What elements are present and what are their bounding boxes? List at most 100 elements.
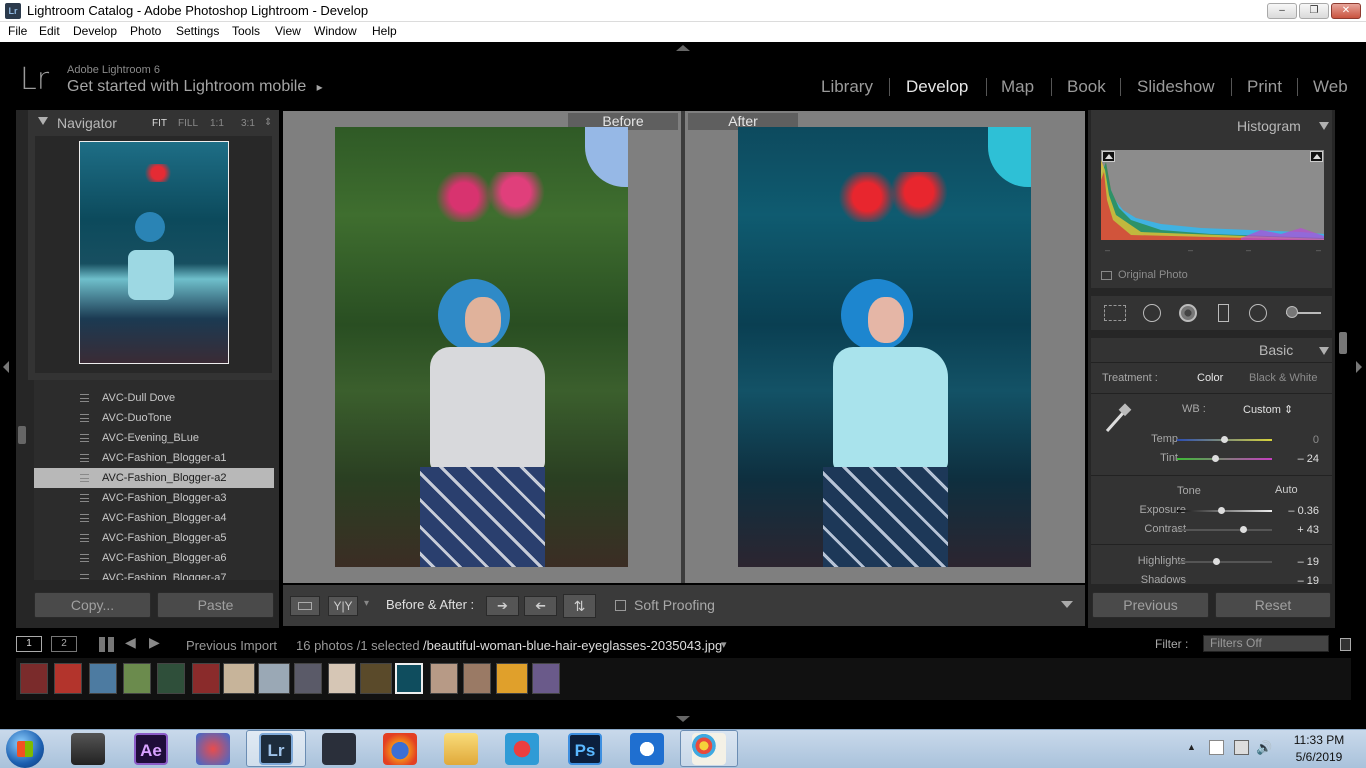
preset-item[interactable]: AVC-Fashion_Blogger-a6	[34, 548, 274, 568]
collapse-right-panel-icon[interactable]	[1356, 361, 1362, 373]
preset-item[interactable]: AVC-Fashion_Blogger-a5	[34, 528, 274, 548]
start-button[interactable]	[6, 730, 44, 768]
spot-removal-icon[interactable]	[1143, 304, 1161, 322]
filmstrip-thumbnail[interactable]	[258, 663, 290, 694]
left-scrollbar-thumb[interactable]	[18, 426, 26, 444]
menu-settings[interactable]: Settings	[176, 24, 219, 38]
collapse-triangle-icon[interactable]	[1319, 122, 1329, 130]
slider-knob[interactable]	[1221, 436, 1228, 443]
filename-caret-icon[interactable]: ▾	[721, 638, 727, 651]
lightroom-icon[interactable]: Lr	[259, 733, 293, 765]
preset-item[interactable]: AVC-Dull Dove	[34, 388, 274, 408]
preset-item[interactable]: AVC-Fashion_Blogger-a2	[34, 468, 274, 488]
tint-value[interactable]: – 24	[1283, 453, 1319, 465]
menu-edit[interactable]: Edit	[39, 24, 60, 38]
filmstrip-thumbnail[interactable]	[395, 663, 423, 694]
slider-knob[interactable]	[1218, 507, 1226, 514]
loupe-view-button[interactable]	[290, 596, 320, 616]
filmstrip-thumbnail[interactable]	[223, 663, 255, 694]
module-slideshow[interactable]: Slideshow	[1137, 77, 1215, 97]
filename-label[interactable]: /beautiful-woman-blue-hair-eyeglasses-20…	[423, 638, 722, 653]
menu-develop[interactable]: Develop	[73, 24, 117, 38]
radial-filter-icon[interactable]	[1249, 304, 1267, 322]
previous-button[interactable]: Previous	[1092, 592, 1209, 618]
filmstrip-thumbnail[interactable]	[360, 663, 392, 694]
close-button[interactable]: ✕	[1331, 3, 1361, 19]
auto-tone-button[interactable]: Auto	[1275, 484, 1298, 496]
preset-item[interactable]: AVC-Fashion_Blogger-a7	[34, 568, 274, 580]
filmstrip-thumbnail[interactable]	[20, 663, 48, 694]
shadow-clipping-toggle[interactable]	[1102, 151, 1115, 162]
filmora-icon[interactable]	[322, 733, 356, 765]
volume-icon[interactable]: 🔊	[1256, 740, 1272, 756]
menu-window[interactable]: Window	[314, 24, 357, 38]
filmstrip-thumbnail[interactable]	[294, 663, 322, 694]
app-diamond-icon[interactable]	[196, 733, 230, 765]
paint-icon[interactable]	[692, 733, 726, 765]
tint-slider[interactable]	[1177, 455, 1272, 462]
photoshop-icon[interactable]: Ps	[568, 733, 602, 765]
after-effects-icon[interactable]: Ae	[134, 733, 168, 765]
zoom-fit[interactable]: FIT	[152, 118, 167, 129]
filmstrip-thumbnail[interactable]	[328, 663, 356, 694]
maximize-button[interactable]: ❐	[1299, 3, 1329, 19]
zoom-fill[interactable]: FILL	[178, 118, 198, 129]
exposure-value[interactable]: – 0.36	[1283, 505, 1319, 517]
red-eye-icon[interactable]	[1179, 304, 1197, 322]
teamviewer-icon[interactable]	[630, 733, 664, 765]
menu-view[interactable]: View	[275, 24, 301, 38]
module-library[interactable]: Library	[821, 77, 873, 97]
temp-slider[interactable]	[1177, 436, 1272, 443]
secondary-display-button[interactable]: 2	[51, 636, 77, 652]
exposure-slider[interactable]	[1177, 507, 1272, 514]
preset-item[interactable]: AVC-DuoTone	[34, 408, 274, 428]
paste-button[interactable]: Paste	[157, 592, 274, 618]
filmstrip-thumbnail[interactable]	[496, 663, 528, 694]
zoom-3-1[interactable]: 3:1	[241, 118, 255, 129]
copy-before-to-after-button[interactable]: ➔	[486, 596, 519, 616]
module-book[interactable]: Book	[1067, 77, 1106, 97]
filmstrip-thumbnail[interactable]	[89, 663, 117, 694]
filmstrip-thumbnail[interactable]	[123, 663, 151, 694]
copy-button[interactable]: Copy...	[34, 592, 151, 618]
temp-value[interactable]: 0	[1283, 434, 1319, 446]
soft-proofing-checkbox[interactable]	[615, 600, 626, 611]
primary-display-button[interactable]: 1	[16, 636, 42, 652]
slider-knob[interactable]	[1240, 526, 1247, 533]
contrast-value[interactable]: + 43	[1283, 524, 1319, 536]
highlights-slider[interactable]	[1177, 558, 1272, 565]
menu-help[interactable]: Help	[372, 24, 397, 38]
filmstrip-thumbnail[interactable]	[192, 663, 220, 694]
module-map[interactable]: Map	[1001, 77, 1034, 97]
highlight-clipping-toggle[interactable]	[1310, 151, 1323, 162]
module-develop[interactable]: Develop	[906, 77, 968, 97]
collapse-triangle-icon[interactable]	[1319, 347, 1329, 355]
swap-before-after-button[interactable]: ⇅	[563, 594, 596, 618]
view-menu-caret-icon[interactable]: ▾	[364, 598, 369, 609]
network-icon[interactable]	[1234, 740, 1249, 755]
after-pane[interactable]: After	[685, 111, 1085, 583]
collapse-top-panel-icon[interactable]	[676, 45, 690, 51]
media-player-icon[interactable]	[71, 733, 105, 765]
collapse-triangle-icon[interactable]	[38, 117, 48, 125]
shadows-value[interactable]: – 19	[1283, 575, 1319, 584]
filmstrip-thumbnail[interactable]	[157, 663, 185, 694]
treatment-color[interactable]: Color	[1197, 372, 1223, 384]
collapse-filmstrip-icon[interactable]	[676, 716, 690, 722]
crop-tool-icon[interactable]	[1104, 305, 1126, 321]
source-label[interactable]: Previous Import	[186, 638, 277, 653]
histogram-graph[interactable]	[1101, 150, 1324, 240]
right-scrollbar-thumb[interactable]	[1339, 332, 1347, 354]
before-pane[interactable]: Before	[283, 111, 681, 583]
white-balance-selector[interactable]	[1101, 401, 1135, 435]
copy-after-to-before-button[interactable]: ➔	[524, 596, 557, 616]
menu-file[interactable]: File	[8, 24, 27, 38]
contrast-slider[interactable]	[1177, 526, 1272, 533]
forward-arrow-icon[interactable]: ▶	[149, 634, 160, 651]
file-explorer-icon[interactable]	[444, 733, 478, 765]
toolbar-options-icon[interactable]	[1061, 601, 1073, 608]
menu-tools[interactable]: Tools	[232, 24, 260, 38]
slider-knob[interactable]	[1211, 455, 1219, 462]
action-center-icon[interactable]	[1209, 740, 1224, 755]
original-photo-checkbox[interactable]	[1101, 271, 1112, 280]
